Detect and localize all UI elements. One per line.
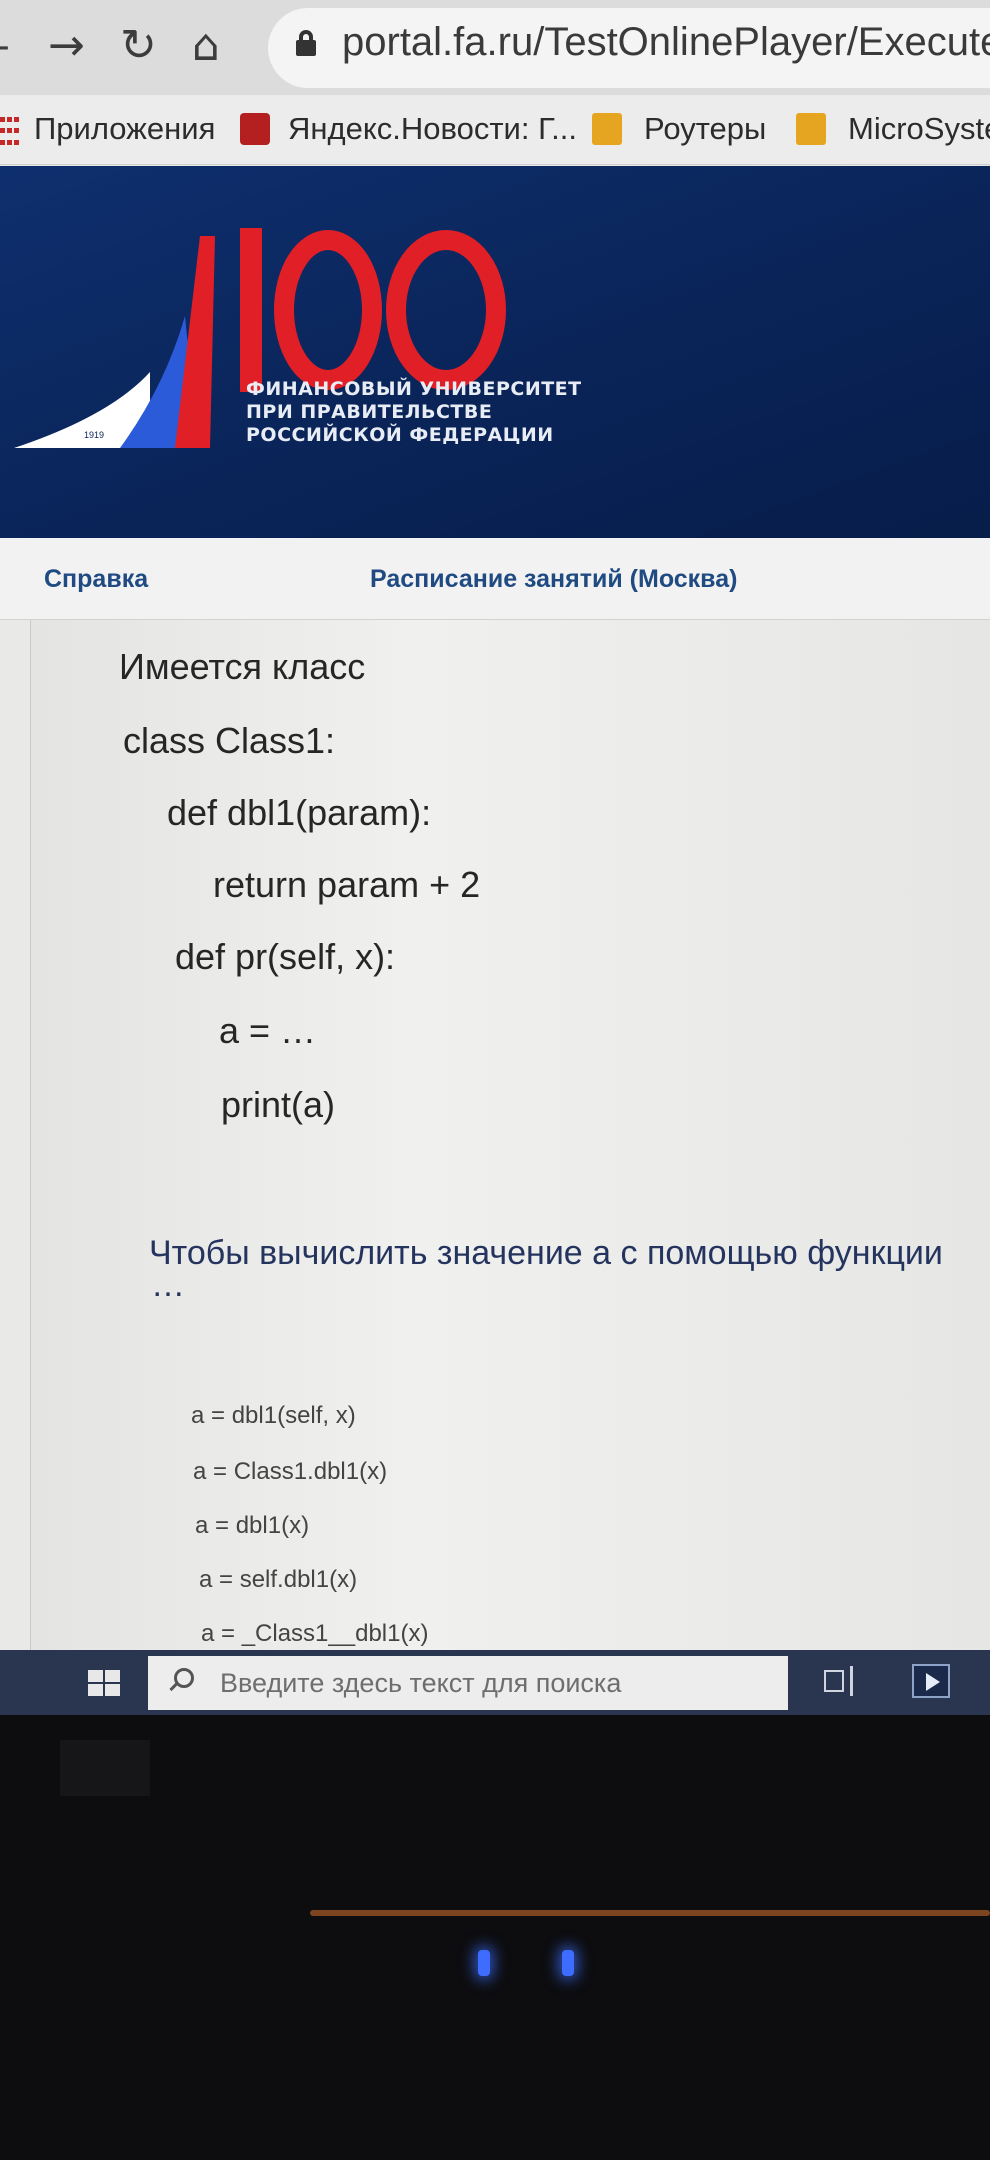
logo-year: 1919 [84, 430, 104, 440]
question-prompt: Чтобы вычислить значение a с помощью фун… [149, 1234, 943, 1272]
university-name-line-1: ФИНАНСОВЫЙ УНИВЕРСИТЕТ [246, 378, 582, 400]
bookmark-routers[interactable]: Роутеры [644, 111, 766, 147]
code-line: def dbl1(param): [167, 792, 432, 833]
windows-start-icon[interactable] [88, 1670, 120, 1696]
folder-icon [796, 113, 826, 145]
status-led [562, 1950, 574, 1976]
answer-option[interactable]: a = _Class1__dbl1(x) [201, 1620, 428, 1648]
nav-link-help[interactable]: Справка [44, 565, 148, 594]
code-line: def pr(self, x): [175, 936, 396, 977]
university-banner: 1919 ФИНАНСОВЫЙ УНИВЕРСИТЕТ ПРИ ПРАВИТЕЛ… [0, 166, 990, 538]
windows-taskbar: Введите здесь текст для поиска [0, 1650, 990, 1715]
university-name-line-3: РОССИЙСКОЙ ФЕДЕРАЦИИ [246, 424, 554, 446]
university-logo[interactable]: 1919 [0, 166, 990, 538]
answer-option[interactable]: a = self.dbl1(x) [199, 1566, 357, 1594]
code-line: a = … [219, 1010, 317, 1051]
folder-icon [592, 113, 622, 145]
logo-digit-0-second [386, 230, 506, 390]
yandex-news-icon [240, 113, 270, 145]
status-led [478, 1950, 490, 1976]
code-line: class Class1: [123, 720, 336, 761]
question-intro: Имеется класс [119, 646, 366, 687]
lock-icon[interactable] [296, 30, 316, 56]
logo-digit-0-first [274, 230, 382, 390]
bookmarks-bar: Приложения Яндекс.Новости: Г... Роутеры … [0, 95, 990, 165]
logo-digit-1 [240, 228, 262, 392]
reload-icon[interactable]: ↻ [120, 20, 157, 71]
bookmark-apps[interactable]: Приложения [34, 111, 215, 147]
code-line: print(a) [221, 1084, 336, 1125]
question-panel: Имеется класс class Class1: def dbl1(par… [30, 620, 990, 1650]
home-icon[interactable]: ⌂ [192, 20, 220, 71]
top-navigation: Справка Расписание занятий (Москва) [0, 538, 990, 620]
university-name-line-2: ПРИ ПРАВИТЕЛЬСТВЕ [246, 401, 493, 423]
address-bar: – → ↻ ⌂ portal.fa.ru/TestOnlinePlayer/Ex… [0, 0, 990, 95]
answer-option[interactable]: a = dbl1(x) [195, 1512, 309, 1540]
taskbar-search-input[interactable]: Введите здесь текст для поиска [148, 1656, 788, 1710]
browser-window: – → ↻ ⌂ portal.fa.ru/TestOnlinePlayer/Ex… [0, 0, 990, 1715]
bezel-sticker [60, 1740, 150, 1796]
answer-option[interactable]: a = Class1.dbl1(x) [193, 1458, 387, 1486]
media-player-icon[interactable] [912, 1664, 950, 1698]
apps-grid-icon [0, 117, 20, 149]
forward-arrow-icon[interactable]: → [48, 20, 85, 71]
nav-link-schedule[interactable]: Расписание занятий (Москва) [370, 565, 737, 594]
task-view-icon[interactable] [824, 1666, 856, 1696]
url-text[interactable]: portal.fa.ru/TestOnlinePlayer/Execute?Te… [342, 20, 990, 65]
bookmark-yandex-news[interactable]: Яндекс.Новости: Г... [288, 111, 577, 147]
search-placeholder: Введите здесь текст для поиска [220, 1668, 622, 1698]
laptop-edge-highlight [310, 1910, 990, 1916]
bookmark-microsystem[interactable]: MicroSystem [848, 111, 990, 147]
back-arrow-icon[interactable]: – [0, 20, 10, 71]
answer-option[interactable]: a = dbl1(self, x) [191, 1402, 356, 1430]
search-icon [174, 1668, 194, 1688]
code-line: return param + 2 [213, 864, 481, 905]
question-prompt-continuation: … [151, 1266, 185, 1304]
